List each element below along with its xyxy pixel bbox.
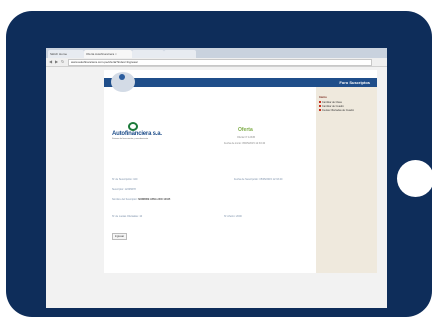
ingresar-button[interactable]: Ingresar	[112, 233, 127, 240]
bullet-icon	[319, 101, 321, 103]
subscriber-name-row: Nombre del Suscriptor: NOMBRE APELLIDO 1…	[112, 198, 170, 201]
web-page: Foro Suscriptos Autofinanciera s.a. Sist…	[104, 70, 377, 273]
savings: Nº Ahorro: 2000	[224, 215, 242, 218]
brand-tagline: Sistema de financiación y arrendamiento	[112, 138, 149, 140]
sidebar-item-label: Cuotas Ofertadas de Cuadro	[322, 109, 354, 112]
sidebar-item-cambiar-clave[interactable]: Cambiar de Clave	[319, 101, 342, 104]
bullet-icon	[319, 105, 321, 107]
tablet-screen: Skitch Home Oferta Autofinanciera × ◀ ▶ …	[46, 48, 387, 308]
back-icon[interactable]: ◀	[49, 59, 52, 64]
forward-icon[interactable]: ▶	[55, 59, 58, 64]
subscription-date: Fecha de Suscripción: 05/05/2015 12:33:4…	[234, 178, 283, 181]
browser-tab-1[interactable]: Skitch Home	[48, 50, 84, 58]
tablet-frame: Skitch Home Oferta Autofinanciera × ◀ ▶ …	[6, 11, 434, 317]
close-icon[interactable]: ×	[115, 52, 117, 56]
brand-name: Autofinanciera s.a.	[112, 131, 162, 137]
site-logo[interactable]	[111, 72, 135, 92]
subscription-number: Nº de Suscripción: 100	[112, 178, 138, 181]
subscriber-name-value: NOMBRE APELLIDO 12345	[138, 198, 171, 201]
sidebar: Inicio Cambiar de Clave Cambiar de Cuadr…	[316, 87, 377, 273]
address-bar: ◀ ▶ ↻ www.autofinanciera.com.pe/oferta?i…	[46, 58, 387, 67]
sidebar-item-label: Cambiar de Clave	[322, 101, 343, 104]
browser-tab-3[interactable]	[132, 50, 164, 58]
home-button[interactable]	[397, 160, 434, 197]
reload-icon[interactable]: ↻	[61, 59, 64, 64]
sidebar-item-label: Cambiar de Cuadro	[322, 105, 344, 108]
offer-title: Oferta	[238, 127, 253, 133]
subscriber-name-label: Nombre del Suscriptor:	[112, 198, 138, 201]
url-field[interactable]: www.autofinanciera.com.pe/oferta?index=I…	[68, 59, 372, 66]
sidebar-item-cambiar-cuadro[interactable]: Cambiar de Cuadro	[319, 105, 344, 108]
offered-quotas: Nº de cuotas Ofertadas: 10	[112, 215, 143, 218]
header-title: Foro Suscriptos	[339, 80, 370, 85]
browser-tab-2[interactable]: Oferta Autofinanciera ×	[84, 50, 132, 58]
subscriber-id: Suscriptor: 12345678	[112, 188, 136, 191]
tab-label: Skitch Home	[50, 52, 68, 56]
offer-number: Oferta Nº 12345	[237, 136, 256, 139]
browser-tabstrip: Skitch Home Oferta Autofinanciera ×	[46, 48, 387, 58]
sidebar-item-cuotas-ofertadas[interactable]: Cuotas Ofertadas de Cuadro	[319, 109, 354, 112]
tab-label: Oferta Autofinanciera	[86, 52, 115, 56]
offer-date: Fecha de inicio: 05/05/2015 12:33:40	[224, 142, 266, 145]
sidebar-title: Inicio	[319, 95, 327, 99]
bullet-icon	[319, 109, 321, 111]
page-header: Foro Suscriptos	[104, 72, 377, 92]
person-icon	[119, 74, 125, 80]
browser-tab-4[interactable]	[164, 50, 196, 58]
brand-logo-icon	[128, 122, 138, 131]
